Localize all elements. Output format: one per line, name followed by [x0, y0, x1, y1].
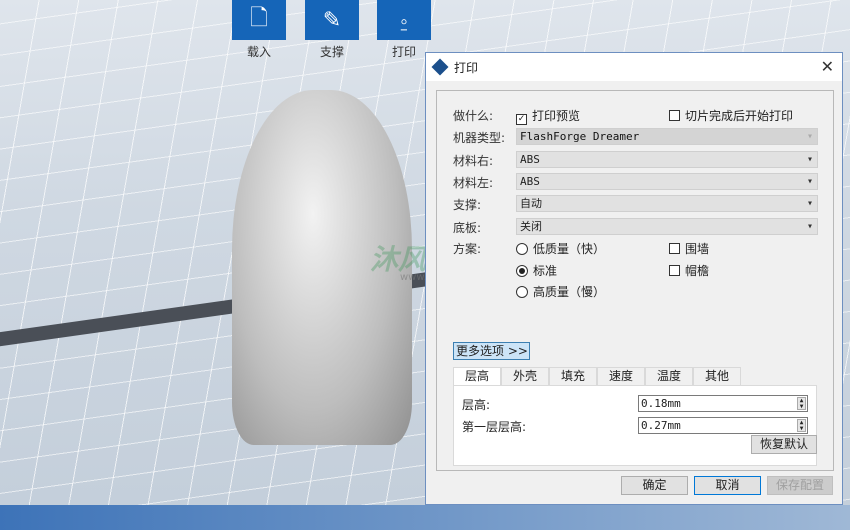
tab-speed[interactable]: 速度	[597, 367, 645, 385]
tab-temperature[interactable]: 温度	[645, 367, 693, 385]
plan-radio-low[interactable]: 低质量（快）	[516, 240, 605, 257]
more-options-button[interactable]: 更多选项 >>	[453, 342, 530, 360]
wall-checkbox[interactable]: 围墙	[669, 240, 709, 257]
raft-select[interactable]: 关闭	[516, 218, 818, 235]
support-label: 支撑	[319, 45, 344, 59]
dialog-title: 打印	[454, 60, 479, 75]
machine-label: 机器类型:	[453, 131, 506, 145]
app-icon	[431, 58, 449, 76]
tab-other[interactable]: 其他	[693, 367, 741, 385]
material-right-label: 材料右:	[453, 154, 494, 168]
material-right-select[interactable]: ABS	[516, 151, 818, 168]
material-left-label: 材料左:	[453, 176, 494, 190]
material-left-select[interactable]: ABS	[516, 173, 818, 190]
settings-group: 做什么: ✓ 打印预览 切片完成后开始打印 机器类型: FlashForge Dr…	[436, 90, 834, 471]
start-after-slice-checkbox[interactable]: 切片完成后开始打印	[669, 107, 793, 124]
layer-height-spinner[interactable]: 0.18mm ▲ ▼	[638, 395, 808, 412]
support-label: 支撑:	[453, 198, 482, 212]
plate-base	[0, 505, 850, 530]
save-config-button[interactable]: 保存配置	[767, 476, 833, 495]
checkbox-checked-icon: ✓	[516, 114, 527, 125]
tab-layer-height[interactable]: 层高	[453, 367, 501, 386]
print-preview-checkbox[interactable]: ✓ 打印预览	[516, 107, 580, 125]
print-button[interactable]: ⍛	[377, 0, 431, 40]
tab-shell[interactable]: 外壳	[501, 367, 549, 385]
raft-label: 底板:	[453, 221, 482, 235]
brim-checkbox[interactable]: 帽檐	[669, 262, 709, 279]
tab-infill[interactable]: 填充	[549, 367, 597, 385]
close-icon[interactable]: ✕	[821, 57, 834, 76]
first-layer-height-spinner[interactable]: 0.27mm ▲ ▼	[638, 417, 808, 434]
print-dialog: 打印 ✕ 做什么: ✓ 打印预览 切片完成后开始打印 机器类型: FlashFor…	[425, 52, 843, 505]
ok-button[interactable]: 确定	[621, 476, 688, 495]
what-label: 做什么:	[453, 109, 494, 123]
load-file-icon: 🗋	[250, 6, 268, 31]
load-label: 载入	[246, 45, 271, 59]
title-bar: 打印	[426, 53, 842, 81]
support-button[interactable]: ✎	[305, 0, 359, 40]
plan-radio-high[interactable]: 高质量（慢）	[516, 283, 605, 300]
support-pencil-icon: ✎	[322, 7, 342, 33]
first-layer-height-label: 第一层层高:	[462, 420, 527, 434]
layer-height-label: 层高:	[462, 398, 491, 412]
load-button[interactable]: 🗋	[232, 0, 286, 40]
spinner-arrows-icon[interactable]: ▲ ▼	[797, 419, 806, 432]
machine-select[interactable]: FlashForge Dreamer	[516, 128, 818, 145]
settings-tabs: 层高 外壳 填充 速度 温度 其他	[453, 367, 741, 386]
restore-default-button[interactable]: 恢复默认	[751, 435, 817, 454]
cancel-button[interactable]: 取消	[694, 476, 761, 495]
spinner-arrows-icon[interactable]: ▲ ▼	[797, 397, 806, 410]
plan-label: 方案:	[453, 242, 482, 256]
print-label: 打印	[391, 45, 416, 59]
support-select[interactable]: 自动	[516, 195, 818, 212]
print-icon: ⍛	[397, 7, 411, 33]
plan-radio-standard[interactable]: 标准	[516, 262, 557, 279]
